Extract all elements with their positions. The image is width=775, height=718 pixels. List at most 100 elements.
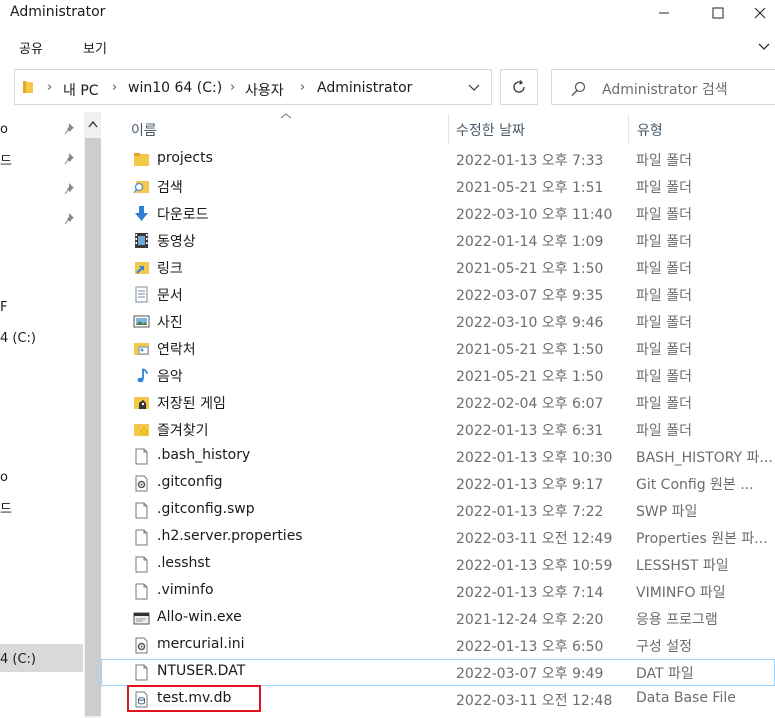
file-type: Data Base File: [636, 690, 736, 706]
pin-icon[interactable]: [64, 152, 78, 166]
breadcrumb-administrator[interactable]: Administrator: [317, 80, 412, 96]
file-name: .h2.server.properties: [157, 528, 303, 544]
address-dropdown-button[interactable]: [467, 80, 481, 99]
file-type: BASH_HISTORY 파...: [636, 450, 773, 466]
pin-icon[interactable]: [64, 182, 78, 196]
file-row[interactable]: Allo-win.exe 2021-12-24 오후 2:20 응용 프로그램: [101, 605, 775, 632]
file-row[interactable]: NTUSER.DAT 2022-03-07 오후 9:49 DAT 파일: [101, 659, 775, 686]
search-box[interactable]: Administrator 검색: [551, 69, 775, 105]
file-row[interactable]: 문서 2022-03-07 오후 9:35 파일 폴더: [101, 281, 775, 308]
file-type: 파일 폴더: [636, 369, 692, 385]
nav-scroll-thumb[interactable]: [85, 138, 101, 716]
nav-item-drive[interactable]: 4 (C:): [0, 331, 36, 346]
file-type: 파일 폴더: [636, 180, 692, 196]
folder-icon: [134, 153, 149, 166]
file-row[interactable]: 사진 2022-03-10 오후 9:46 파일 폴더: [101, 308, 775, 335]
links-folder-icon: [135, 262, 149, 274]
file-type: VIMINFO 파일: [636, 585, 726, 601]
file-modified-date: 2022-01-13 오후 7:14: [456, 585, 604, 601]
nav-item-pf[interactable]: F: [0, 300, 7, 315]
file-modified-date: 2022-01-13 오후 10:30: [456, 450, 613, 466]
pin-icon[interactable]: [64, 122, 78, 136]
file-row[interactable]: 연락처 2021-05-21 오후 1:50 파일 폴더: [101, 335, 775, 362]
file-name: projects: [157, 150, 213, 166]
file-icon: [135, 664, 148, 681]
nav-item-downloads-2[interactable]: 드: [0, 498, 12, 517]
column-divider[interactable]: [448, 114, 449, 144]
file-name: .lesshst: [157, 555, 211, 571]
file-row[interactable]: mercurial.ini 2022-01-13 오후 6:50 구성 설정: [101, 632, 775, 659]
file-row[interactable]: .bash_history 2022-01-13 오후 10:30 BASH_HIS…: [101, 443, 775, 470]
nav-item-downloads[interactable]: 드: [0, 150, 12, 169]
file-row[interactable]: 음악 2021-05-21 오후 1:50 파일 폴더: [101, 362, 775, 389]
file-row[interactable]: 링크 2021-05-21 오후 1:50 파일 폴더: [101, 254, 775, 281]
contacts-icon: [134, 343, 149, 355]
document-icon: [135, 286, 148, 303]
file-row[interactable]: .h2.server.properties 2022-03-11 오전 12:49…: [101, 524, 775, 551]
file-row[interactable]: 저장된 게임 2022-02-04 오후 6:07 파일 폴더: [101, 389, 775, 416]
file-row[interactable]: 동영상 2022-01-14 오후 1:09 파일 폴더: [101, 227, 775, 254]
breadcrumb-separator: ›: [230, 80, 236, 95]
file-modified-date: 2022-03-10 오후 9:46: [456, 315, 604, 331]
breadcrumb-users[interactable]: 사용자: [245, 80, 284, 100]
file-modified-date: 2021-05-21 오후 1:50: [456, 342, 604, 358]
nav-item-desktop-2[interactable]: o: [0, 470, 8, 485]
breadcrumb-this-pc[interactable]: 내 PC: [63, 80, 99, 100]
ribbon: 공유 보기: [0, 26, 775, 62]
column-divider[interactable]: [628, 114, 629, 144]
ribbon-tab-share[interactable]: 공유: [19, 38, 43, 57]
file-type: 응용 프로그램: [636, 612, 718, 628]
file-type: 파일 폴더: [636, 423, 692, 439]
file-modified-date: 2022-03-11 오전 12:48: [456, 693, 613, 709]
search-placeholder: Administrator 검색: [602, 82, 728, 98]
scroll-up-button[interactable]: [84, 112, 101, 136]
ribbon-expand-button[interactable]: [757, 38, 771, 57]
refresh-button[interactable]: [500, 69, 538, 105]
file-modified-date: 2021-05-21 오후 1:51: [456, 180, 604, 196]
window-title: Administrator: [10, 4, 106, 20]
file-modified-date: 2022-01-13 오후 10:59: [456, 558, 613, 574]
download-icon: [135, 206, 148, 221]
file-row[interactable]: 다운로드 2022-03-10 오후 11:40 파일 폴더: [101, 200, 775, 227]
file-row[interactable]: .viminfo 2022-01-13 오후 7:14 VIMINFO 파일: [101, 578, 775, 605]
file-row[interactable]: .lesshst 2022-01-13 오후 10:59 LESSHST 파일: [101, 551, 775, 578]
file-row[interactable]: .gitconfig 2022-01-13 오후 9:17 Git Config 원…: [101, 470, 775, 497]
chevron-down-icon: [468, 84, 480, 91]
breadcrumb-drive[interactable]: win10 64 (C:): [128, 80, 222, 96]
file-modified-date: 2022-01-13 오후 7:22: [456, 504, 604, 520]
column-header-type[interactable]: 유형: [637, 120, 663, 140]
nav-item-drive-2[interactable]: 4 (C:): [0, 652, 36, 667]
file-row[interactable]: .gitconfig.swp 2022-01-13 오후 7:22 SWP 파일: [101, 497, 775, 524]
file-type: DAT 파일: [636, 666, 694, 682]
file-modified-date: 2022-01-13 오후 6:50: [456, 639, 604, 655]
pin-icon[interactable]: [64, 212, 78, 226]
file-modified-date: 2022-03-10 오후 11:40: [456, 207, 613, 223]
file-name: .bash_history: [157, 447, 251, 463]
file-modified-date: 2022-01-14 오후 1:09: [456, 234, 604, 250]
column-header-name[interactable]: 이름: [131, 120, 157, 140]
file-row[interactable]: 검색 2021-05-21 오후 1:51 파일 폴더: [101, 173, 775, 200]
minimize-button[interactable]: [641, 0, 687, 26]
chevron-up-icon: [87, 120, 98, 128]
ribbon-tab-view[interactable]: 보기: [83, 38, 107, 57]
maximize-icon: [712, 7, 724, 19]
gear-file-icon: [135, 475, 148, 492]
file-row[interactable]: 즐겨찾기 2022-01-13 오후 6:31 파일 폴더: [101, 416, 775, 443]
file-name: .gitconfig.swp: [157, 501, 255, 517]
file-icon: [135, 448, 148, 465]
file-modified-date: 2022-03-07 오후 9:49: [456, 666, 604, 682]
file-row[interactable]: projects 2022-01-13 오후 7:33 파일 폴더: [101, 146, 775, 173]
column-header-date[interactable]: 수정한 날짜: [456, 120, 525, 140]
close-button[interactable]: [745, 0, 775, 26]
nav-item-desktop[interactable]: o: [0, 122, 8, 137]
file-icon: [135, 583, 148, 600]
chevron-down-icon: [758, 43, 770, 50]
video-icon: [135, 233, 148, 248]
file-modified-date: 2022-01-13 오후 6:31: [456, 423, 604, 439]
file-modified-date: 2022-03-11 오전 12:49: [456, 531, 613, 547]
file-modified-date: 2021-05-21 오후 1:50: [456, 261, 604, 277]
gear-file-icon: [135, 637, 148, 654]
address-bar[interactable]: › 내 PC › win10 64 (C:) › 사용자 › Administr…: [14, 69, 492, 105]
maximize-button[interactable]: [695, 0, 741, 26]
file-type: Properties 원본 파...: [636, 531, 768, 547]
